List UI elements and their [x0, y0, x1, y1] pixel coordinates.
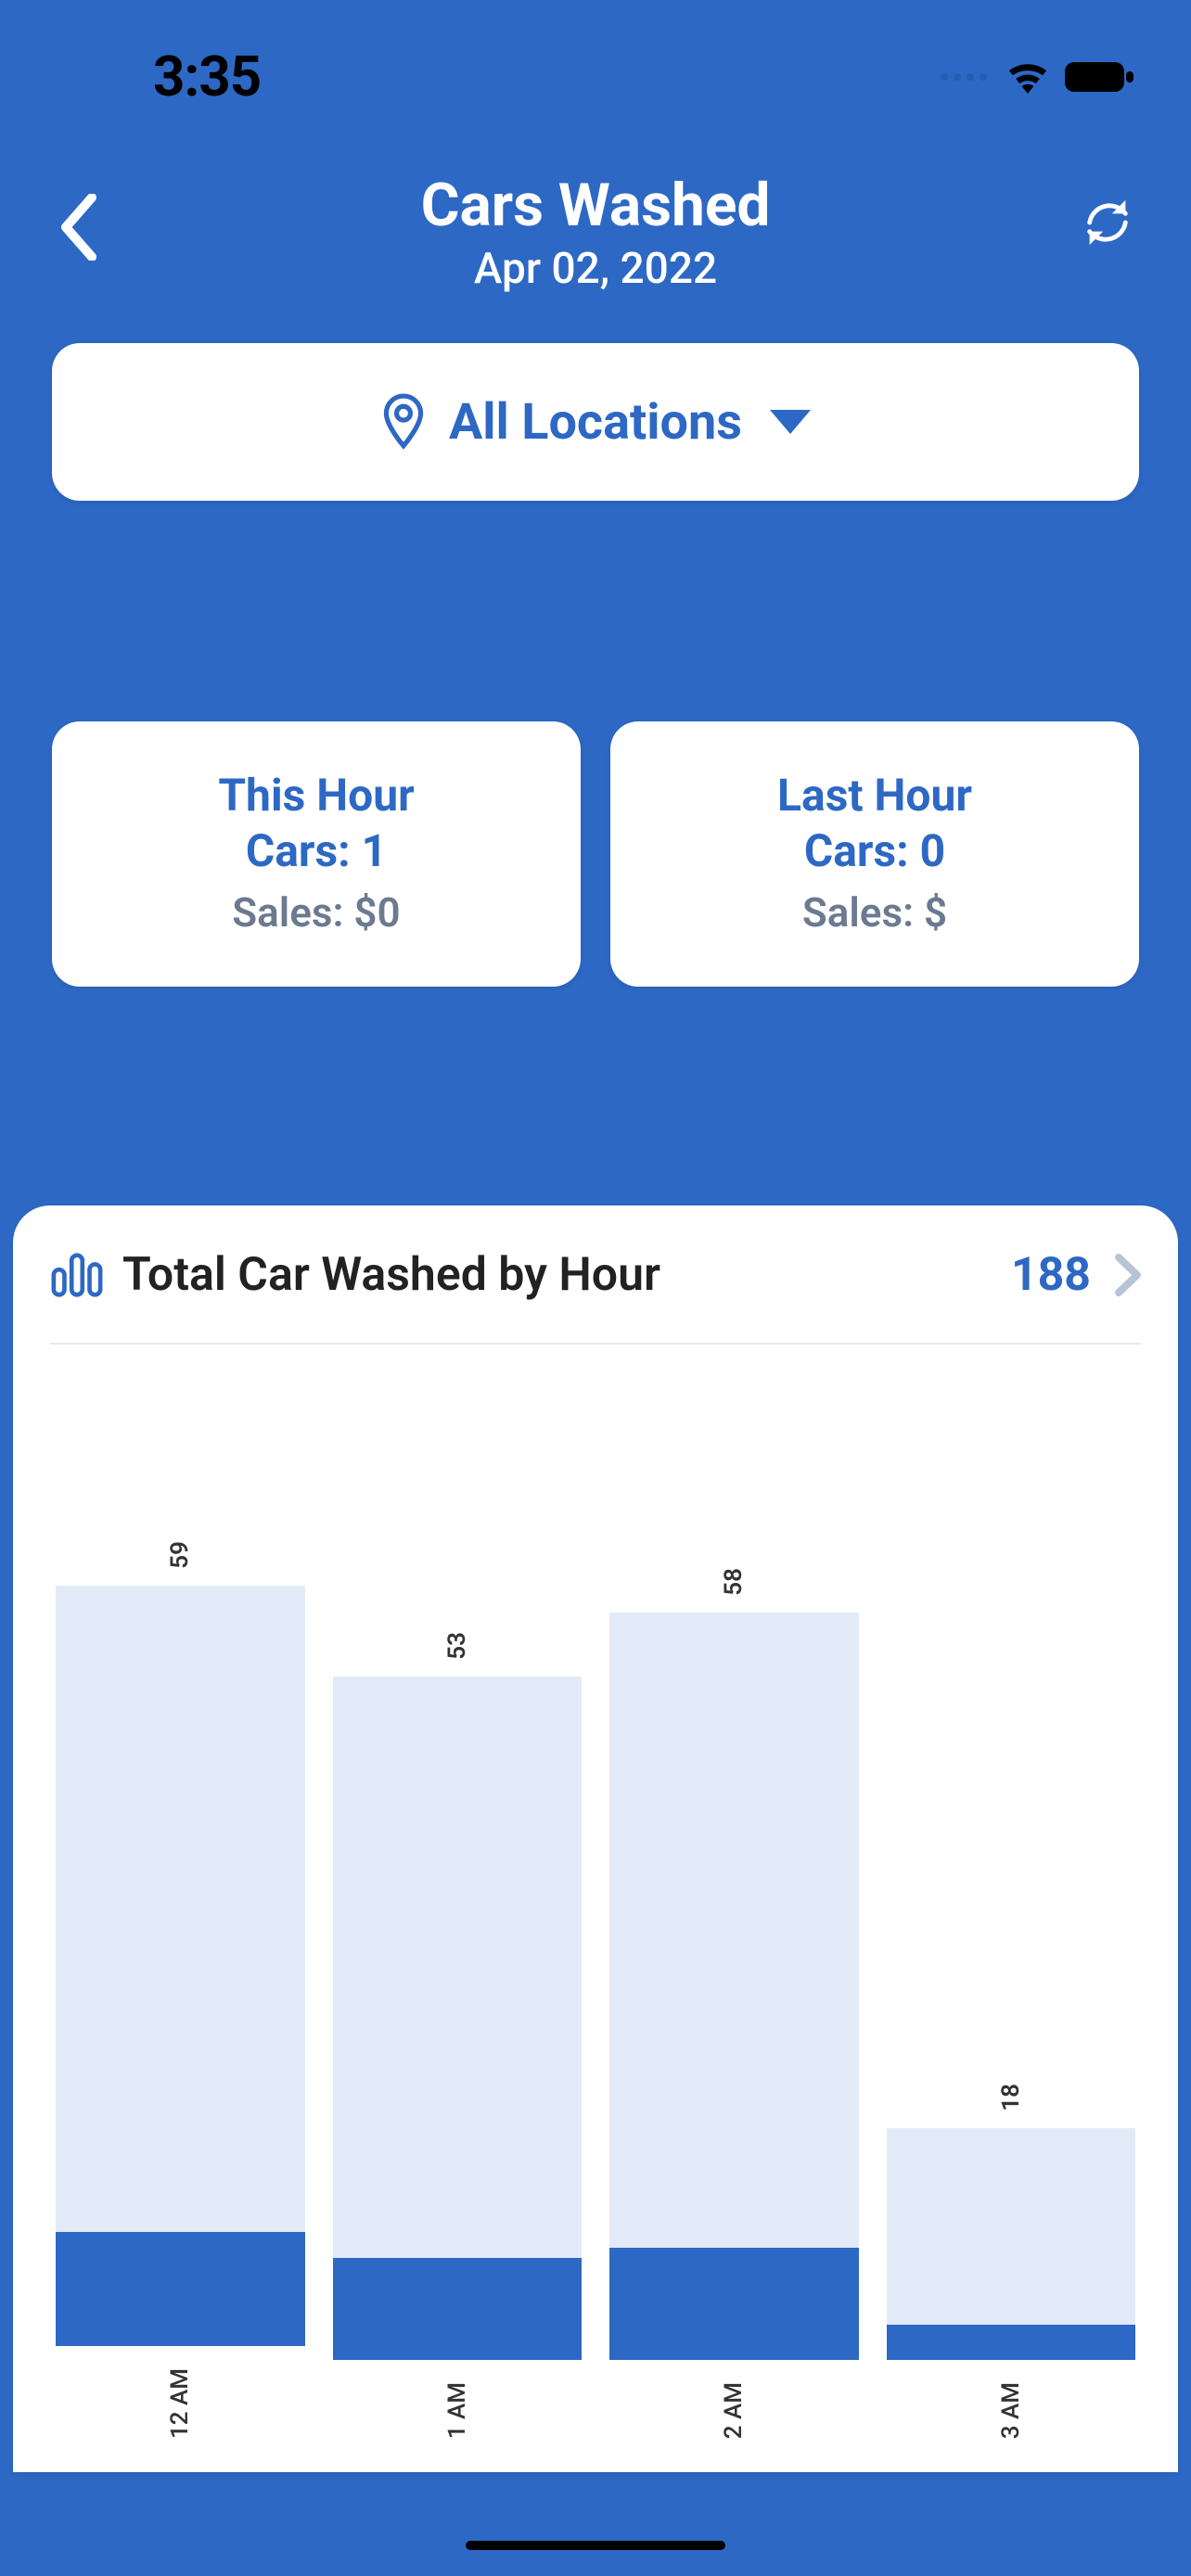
this-hour-title: This Hour	[70, 768, 562, 823]
battery-icon	[1063, 58, 1135, 96]
bar-column[interactable]: 53 1 AM	[333, 1632, 583, 2472]
bar-value-label: 18	[997, 2084, 1025, 2111]
this-hour-card[interactable]: This Hour Cars: 1 Sales: $0	[52, 721, 581, 987]
bar-column[interactable]: 18 3 AM	[887, 2084, 1136, 2472]
bar-track	[56, 1586, 305, 2346]
bar-x-label: 1 AM	[443, 2382, 471, 2439]
page-date: Apr 02, 2022	[421, 244, 771, 294]
stat-cards-row: This Hour Cars: 1 Sales: $0 Last Hour Ca…	[52, 721, 1139, 987]
bar-chart-icon	[50, 1248, 104, 1302]
bar-fill	[609, 2248, 859, 2360]
last-hour-card[interactable]: Last Hour Cars: 0 Sales: $	[610, 721, 1139, 987]
home-indicator[interactable]	[466, 2541, 725, 2550]
chart-title: Total Car Washed by Hour	[122, 1248, 992, 1302]
chart-panel: Total Car Washed by Hour 188 59 12 AM 53 1 …	[13, 1205, 1178, 2472]
status-time: 3:35	[153, 44, 261, 109]
this-hour-cars: Cars: 1	[70, 823, 562, 879]
location-filter-label: All Locations	[449, 393, 742, 452]
sync-icon	[1081, 196, 1134, 249]
location-pin-icon	[380, 393, 427, 451]
chart-header[interactable]: Total Car Washed by Hour 188	[50, 1248, 1141, 1302]
bar-column[interactable]: 59 12 AM	[56, 1541, 305, 2472]
refresh-button[interactable]	[1070, 185, 1145, 260]
chevron-right-icon	[1115, 1254, 1141, 1296]
header-titles: Cars Washed Apr 02, 2022	[421, 171, 771, 294]
bar-track	[887, 2128, 1136, 2360]
location-filter-dropdown[interactable]: All Locations	[52, 343, 1139, 501]
last-hour-cars: Cars: 0	[629, 823, 1121, 879]
chart-body[interactable]: 59 12 AM 53 1 AM 58 2 AM 18 3 AM	[50, 1363, 1141, 2472]
chart-divider	[50, 1343, 1141, 1345]
bar-track	[333, 1677, 583, 2360]
bar-column[interactable]: 58 2 AM	[609, 1568, 859, 2472]
status-indicators	[941, 58, 1135, 96]
bar-fill	[887, 2325, 1136, 2360]
bar-fill	[333, 2258, 583, 2360]
bar-x-label: 12 AM	[166, 2368, 194, 2439]
bar-x-label: 2 AM	[720, 2382, 748, 2439]
last-hour-sales: Sales: $	[629, 888, 1121, 937]
bar-value-label: 53	[443, 1632, 471, 1660]
back-button[interactable]	[46, 195, 111, 260]
chevron-left-icon	[58, 194, 99, 261]
cellular-dots-icon	[941, 73, 987, 81]
bar-value-label: 59	[166, 1541, 194, 1569]
page-title: Cars Washed	[421, 171, 771, 240]
bar-value-label: 58	[720, 1568, 748, 1596]
bar-x-label: 3 AM	[997, 2382, 1025, 2439]
chart-total: 188	[1011, 1248, 1091, 1302]
app-header: Cars Washed Apr 02, 2022	[0, 158, 1191, 306]
wifi-icon	[1005, 58, 1050, 96]
status-bar: 3:35	[0, 0, 1191, 144]
bar-fill	[56, 2232, 305, 2346]
last-hour-title: Last Hour	[629, 768, 1121, 823]
bar-track	[609, 1613, 859, 2360]
this-hour-sales: Sales: $0	[70, 888, 562, 937]
chevron-down-icon	[770, 410, 811, 434]
